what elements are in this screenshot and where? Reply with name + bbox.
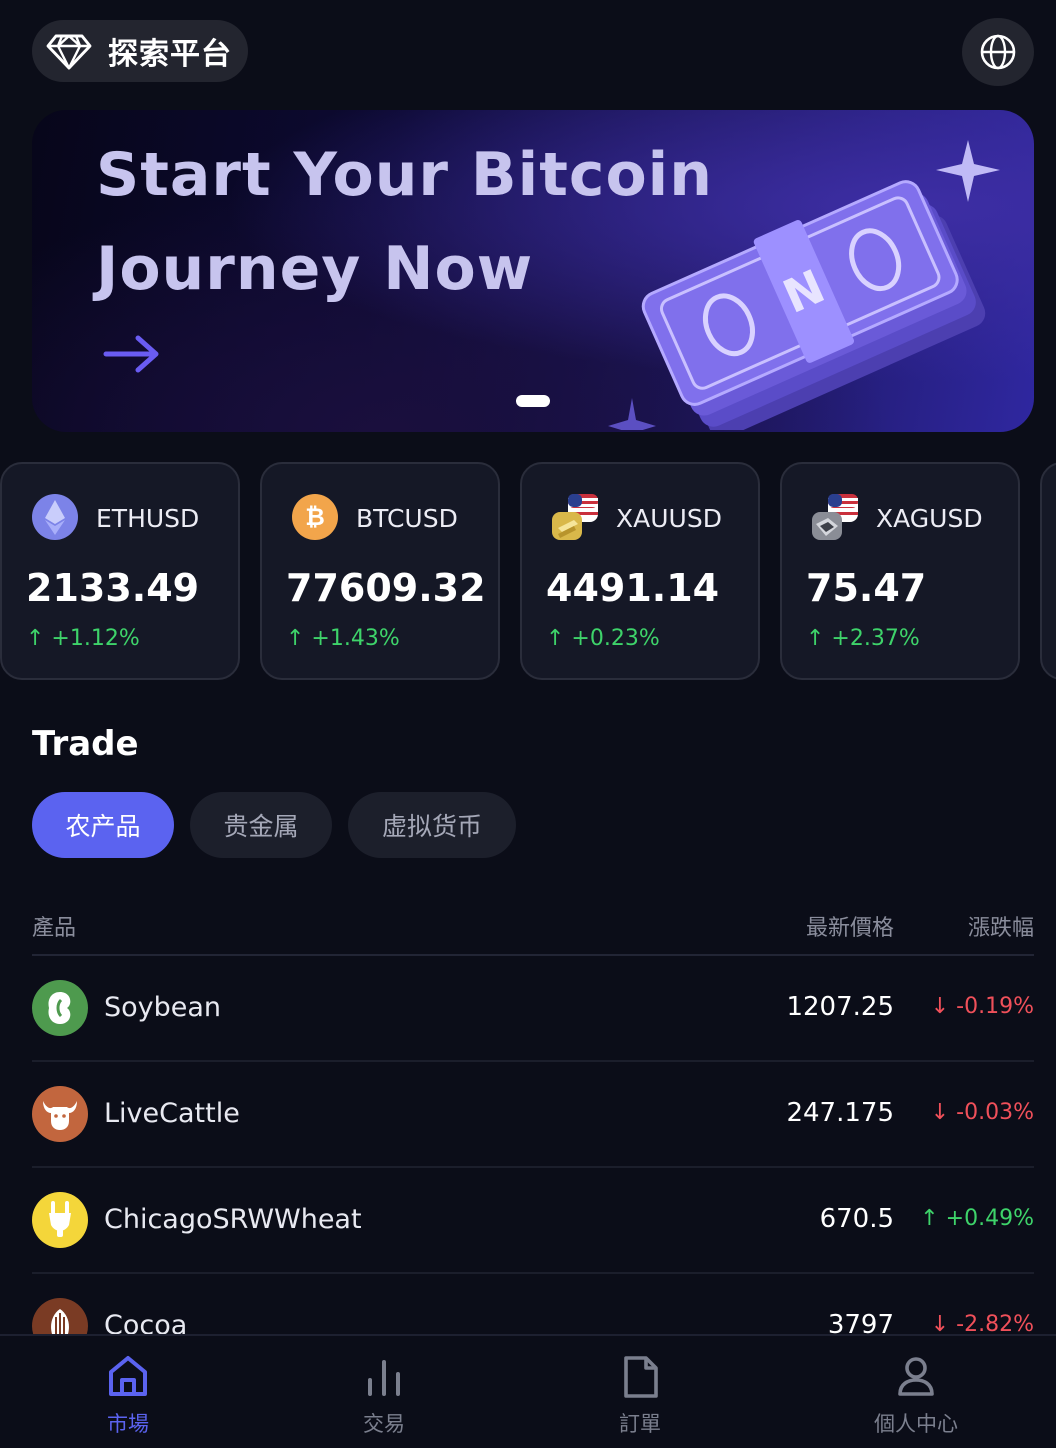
product-price: 670.5 — [819, 1204, 894, 1234]
ticker-card-ethusd[interactable]: ETHUSD 2133.49 ↑ +1.12% — [0, 462, 240, 680]
product-price: 3797 — [827, 1310, 894, 1334]
promo-banner[interactable]: N Start Your Bitcoin Journey Now — [32, 110, 1034, 432]
ticker-card-btcusd[interactable]: ₿ BTCUSD 77609.32 ↑ +1.43% — [260, 462, 500, 680]
user-icon — [898, 1357, 934, 1396]
ticker-card-partial[interactable] — [1040, 462, 1056, 680]
nav-profile[interactable]: 個人中心 — [816, 1336, 1016, 1448]
app-header: 探索平台 — [0, 0, 1056, 100]
nav-market[interactable]: 市場 — [28, 1336, 228, 1448]
ticker-strip: ETHUSD 2133.49 ↑ +1.12% ₿ BTCUSD 77609.3… — [0, 462, 1056, 682]
carousel-indicator[interactable] — [516, 395, 550, 407]
bar-chart-icon — [368, 1360, 400, 1396]
soybean-icon — [32, 980, 88, 1036]
nav-label: 訂單 — [619, 1412, 661, 1436]
document-icon — [624, 1356, 658, 1398]
gold-usd-icon — [552, 494, 598, 540]
column-header-change: 漲跌幅 — [967, 916, 1034, 941]
nav-label: 交易 — [363, 1412, 405, 1436]
ticker-change: ↑ +0.23% — [546, 626, 660, 651]
ticker-symbol: XAGUSD — [876, 504, 983, 533]
svg-text:₿: ₿ — [305, 503, 325, 531]
ticker-change: ↑ +2.37% — [806, 626, 920, 651]
product-list: Soybean 1207.25 ↓ -0.19% LiveCattle 247.… — [32, 956, 1034, 1334]
column-header-price: 最新價格 — [805, 916, 894, 941]
brand-name: 探索平台 — [108, 37, 232, 72]
wheat-icon — [32, 1192, 88, 1248]
globe-icon — [980, 34, 1016, 70]
category-tabs: 农产品 贵金属 虚拟货币 — [32, 792, 532, 858]
product-change: ↑ +0.49% — [920, 1206, 1034, 1231]
nav-trade[interactable]: 交易 — [284, 1336, 484, 1448]
diamond-icon — [46, 34, 92, 70]
nav-label: 個人中心 — [874, 1412, 958, 1436]
ticker-price: 2133.49 — [26, 566, 200, 610]
table-row[interactable]: LiveCattle 247.175 ↓ -0.03% — [32, 1062, 1034, 1168]
tab-crypto[interactable]: 虚拟货币 — [348, 792, 516, 858]
product-price: 1207.25 — [786, 992, 894, 1022]
nav-orders[interactable]: 訂單 — [540, 1336, 740, 1448]
brand-pill[interactable]: 探索平台 — [32, 20, 248, 82]
home-icon — [109, 1356, 147, 1396]
tab-precious-metals[interactable]: 贵金属 — [190, 792, 332, 858]
table-row[interactable]: ChicagoSRWWheat 670.5 ↑ +0.49% — [32, 1168, 1034, 1274]
product-price: 247.175 — [786, 1098, 894, 1128]
arrow-right-icon[interactable] — [102, 332, 162, 376]
table-header: 產品 最新價格 漲跌幅 — [32, 900, 1034, 956]
bitcoin-icon: ₿ — [292, 494, 338, 540]
product-name: Soybean — [104, 992, 222, 1023]
cattle-icon — [32, 1086, 88, 1142]
nav-label: 市場 — [107, 1412, 149, 1436]
column-header-product: 產品 — [32, 916, 77, 941]
trade-title: Trade — [32, 724, 139, 764]
product-name: LiveCattle — [104, 1098, 240, 1129]
banner-title: Start Your Bitcoin Journey Now — [96, 128, 776, 316]
ethereum-icon — [32, 494, 78, 540]
product-change: ↓ -0.03% — [930, 1100, 1034, 1125]
bottom-navigation: 市場 交易 訂單 個人中心 — [0, 1334, 1056, 1446]
table-row[interactable]: Soybean 1207.25 ↓ -0.19% — [32, 956, 1034, 1062]
ticker-symbol: BTCUSD — [356, 504, 458, 533]
cocoa-icon — [32, 1298, 88, 1334]
tab-agricultural[interactable]: 农产品 — [32, 792, 174, 858]
banner-title-line1: Start Your Bitcoin — [96, 140, 713, 210]
product-name: Cocoa — [104, 1310, 188, 1334]
product-change: ↓ -0.19% — [930, 994, 1034, 1019]
ticker-card-xauusd[interactable]: XAUUSD 4491.14 ↑ +0.23% — [520, 462, 760, 680]
ticker-symbol: ETHUSD — [96, 504, 200, 533]
table-row[interactable]: Cocoa 3797 ↓ -2.82% — [32, 1274, 1034, 1334]
ticker-card-xagusd[interactable]: XAGUSD 75.47 ↑ +2.37% — [780, 462, 1020, 680]
ticker-change: ↑ +1.43% — [286, 626, 400, 651]
ticker-change: ↑ +1.12% — [26, 626, 140, 651]
ticker-symbol: XAUUSD — [616, 504, 722, 533]
language-button[interactable] — [962, 18, 1034, 86]
product-change: ↓ -2.82% — [930, 1312, 1034, 1334]
ticker-price: 75.47 — [806, 566, 927, 610]
ticker-price: 4491.14 — [546, 566, 720, 610]
ticker-price: 77609.32 — [286, 566, 486, 610]
product-name: ChicagoSRWWheat — [104, 1204, 362, 1235]
banner-title-line2: Journey Now — [96, 234, 534, 304]
silver-usd-icon — [812, 494, 858, 540]
